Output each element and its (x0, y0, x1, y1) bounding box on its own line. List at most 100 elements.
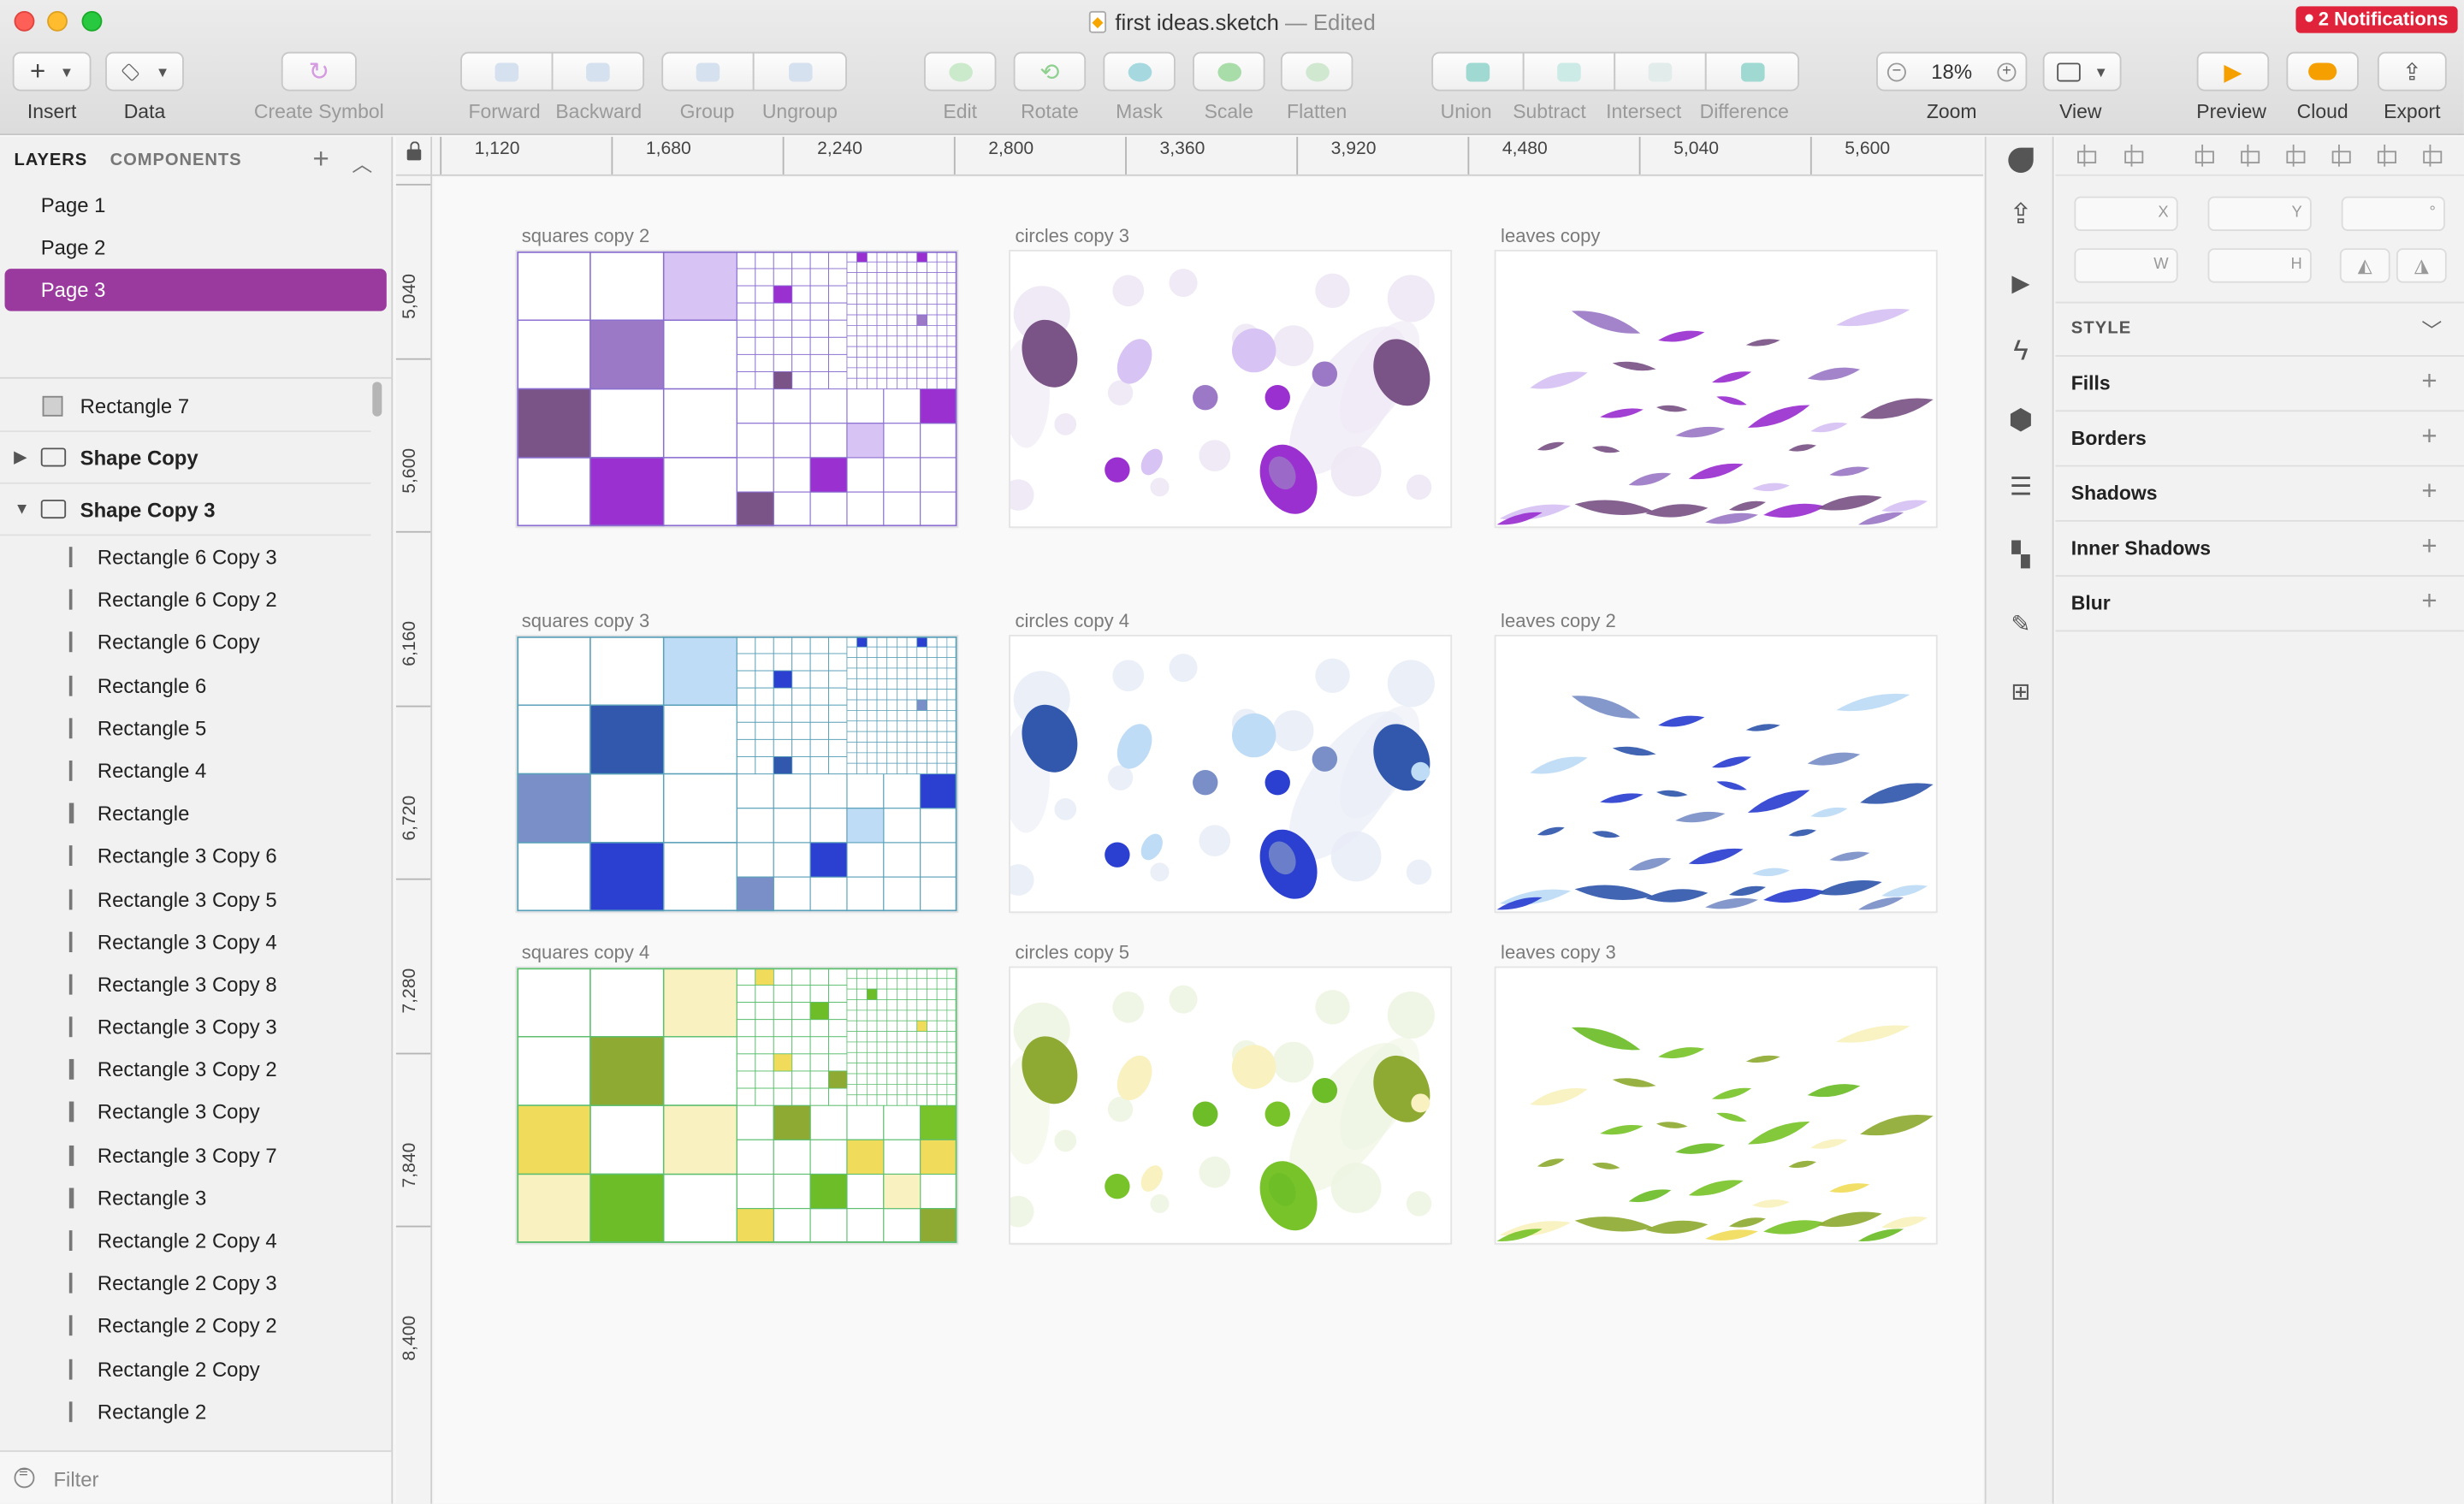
y-field[interactable]: Y (2207, 196, 2312, 231)
layer-row[interactable]: Rectangle 6 Copy 3 (0, 536, 370, 578)
artboard-squares-green[interactable] (517, 968, 957, 1243)
layer-row[interactable]: Rectangle 3 Copy 5 (0, 878, 370, 921)
layer-row[interactable]: Rectangle 2 Copy 3 (0, 1262, 370, 1305)
zoom-in-button[interactable]: + (1997, 62, 2017, 81)
layer-row[interactable]: Rectangle 3 Copy 2 (0, 1049, 370, 1092)
rotate-button[interactable]: ⟲ (1013, 51, 1087, 92)
layer-row[interactable]: Rectangle 3 (0, 1176, 370, 1219)
ungroup-button[interactable] (752, 51, 847, 92)
add-border-icon[interactable]: + (2421, 421, 2437, 453)
artboard-squares-purple[interactable] (517, 251, 957, 527)
filter-input[interactable]: Filter (53, 1467, 98, 1491)
canvas[interactable]: squares copy 2 circles copy 3 leaves copy s… (433, 177, 1983, 1504)
add-fill-icon[interactable]: + (2421, 366, 2437, 398)
tab-components[interactable]: COMPONENTS (110, 151, 242, 169)
align-center-icon[interactable] (2237, 144, 2260, 167)
vertical-ruler[interactable]: 5,040 5,600 6,160 6,720 7,280 7,840 8,400 (395, 175, 433, 1504)
layer-row[interactable]: Rectangle 3 Copy 4 (0, 921, 370, 963)
borders-section[interactable]: Borders (2071, 428, 2147, 450)
disclosure-closed-icon[interactable]: ▶ (15, 432, 27, 484)
layer-row[interactable]: ▶ Shape Copy (0, 432, 371, 484)
scale-button[interactable] (1193, 51, 1265, 92)
layer-row[interactable]: Rectangle 3 Copy 3 (0, 1006, 370, 1049)
layer-row[interactable]: Rectangle 6 (0, 664, 370, 707)
chevron-down-icon[interactable]: ﹀ (2421, 314, 2442, 344)
fills-section[interactable]: Fills (2071, 372, 2111, 394)
align-top-icon[interactable] (2329, 144, 2351, 167)
flatten-button[interactable] (1280, 51, 1353, 92)
shadows-section[interactable]: Shadows (2071, 483, 2158, 505)
artboard-title[interactable]: circles copy 5 (1016, 941, 1130, 963)
cloud-button[interactable] (2286, 51, 2359, 92)
distribute-horizontal-icon[interactable] (2074, 144, 2097, 167)
add-blur-icon[interactable]: + (2421, 586, 2437, 618)
backward-button[interactable] (551, 51, 645, 92)
add-page-icon[interactable]: + (313, 143, 329, 176)
layer-row[interactable]: Rectangle 7 (0, 380, 371, 433)
layer-row[interactable]: Rectangle 3 Copy 6 (0, 835, 370, 878)
page-item[interactable]: Page 2 (5, 226, 387, 269)
artboard-title[interactable]: leaves copy 3 (1501, 941, 1616, 963)
view-button[interactable]: ▼ (2042, 51, 2122, 92)
artboard-title[interactable]: circles copy 4 (1016, 610, 1130, 632)
add-shadow-icon[interactable]: + (2421, 477, 2437, 508)
notifications-badge[interactable]: 2 Notifications (2295, 6, 2458, 33)
layer-row[interactable]: Rectangle 3 Copy (0, 1091, 370, 1134)
artboard-leaves-green[interactable] (1496, 968, 1936, 1243)
artboard-title[interactable]: squares copy 4 (522, 941, 649, 963)
align-middle-icon[interactable] (2374, 144, 2396, 167)
page-item[interactable]: Page 1 (5, 184, 387, 227)
layer-row[interactable]: Rectangle 6 Copy 2 (0, 578, 370, 621)
blur-section[interactable]: Blur (2071, 592, 2111, 614)
layer-row[interactable]: Rectangle (0, 792, 370, 835)
union-button[interactable] (1431, 51, 1525, 92)
style-inspector-icon[interactable] (2002, 141, 2040, 179)
zoom-out-button[interactable]: − (1886, 62, 1906, 81)
artboard-title[interactable]: leaves copy (1501, 225, 1600, 247)
page-item-selected[interactable]: Page 3 (4, 269, 387, 311)
prototype-play-icon[interactable]: ▶ (2002, 264, 2040, 302)
disclosure-open-icon[interactable]: ▼ (15, 484, 30, 536)
layer-row[interactable]: ▼ Shape Copy 3 (0, 484, 371, 536)
artboard-leaves-blue[interactable] (1496, 636, 1936, 912)
edit-shape-icon[interactable]: ✎ (2002, 605, 2040, 642)
horizontal-ruler[interactable]: 1,120 1,680 2,240 2,800 3,360 3,920 4,480 5,040… (432, 136, 1983, 176)
align-bottom-icon[interactable] (2420, 144, 2443, 167)
collapse-pages-icon[interactable]: ︿ (352, 148, 372, 178)
artboard-title[interactable]: squares copy 2 (522, 225, 649, 247)
add-inner-shadow-icon[interactable]: + (2421, 531, 2437, 563)
artboard-title[interactable]: circles copy 3 (1016, 225, 1130, 247)
artboard-title[interactable]: squares copy 3 (522, 610, 649, 632)
artboard-circles-green[interactable] (1010, 968, 1451, 1243)
layers-scrollbar[interactable] (372, 382, 382, 417)
align-left-icon[interactable] (2192, 144, 2214, 167)
components-icon[interactable]: ▚ (2002, 536, 2040, 573)
lock-icon[interactable] (406, 141, 422, 161)
layer-row[interactable]: Rectangle 5 (0, 707, 370, 749)
inner-shadows-section[interactable]: Inner Shadows (2071, 537, 2211, 560)
hexagon-icon[interactable]: ⬢ (2002, 400, 2040, 438)
add-image-icon[interactable]: ⊞ (2002, 672, 2040, 710)
height-field[interactable]: H (2207, 248, 2312, 283)
layer-row[interactable]: Rectangle 6 Copy (0, 621, 370, 664)
layer-row[interactable]: Rectangle 3 Copy 8 (0, 963, 370, 1006)
artboard-circles-purple[interactable] (1010, 251, 1451, 527)
artboard-squares-blue[interactable] (517, 636, 957, 912)
mask-button[interactable] (1103, 51, 1176, 92)
layer-row[interactable]: Rectangle 3 Copy 7 (0, 1134, 370, 1176)
export-upload-icon[interactable]: ⇪ (2002, 195, 2040, 233)
artboard-circles-blue[interactable] (1010, 636, 1451, 912)
flip-vertical-icon[interactable]: ◮ (2396, 248, 2447, 283)
layer-row[interactable]: Rectangle 2 Copy (0, 1347, 370, 1390)
data-button[interactable]: ▼ (105, 51, 184, 92)
difference-button[interactable] (1704, 51, 1800, 92)
width-field[interactable]: W (2074, 248, 2178, 283)
edit-button[interactable] (923, 51, 997, 92)
zoom-value[interactable]: 18% (1931, 60, 1972, 84)
lightning-icon[interactable]: ϟ (2002, 332, 2040, 370)
tab-layers[interactable]: LAYERS (15, 151, 88, 169)
rotation-field[interactable]: ° (2341, 196, 2445, 231)
insert-button[interactable]: + ▼ (12, 51, 92, 92)
distribute-vertical-icon[interactable] (2122, 144, 2144, 167)
layer-row[interactable]: Rectangle 2 Copy 4 (0, 1219, 370, 1262)
